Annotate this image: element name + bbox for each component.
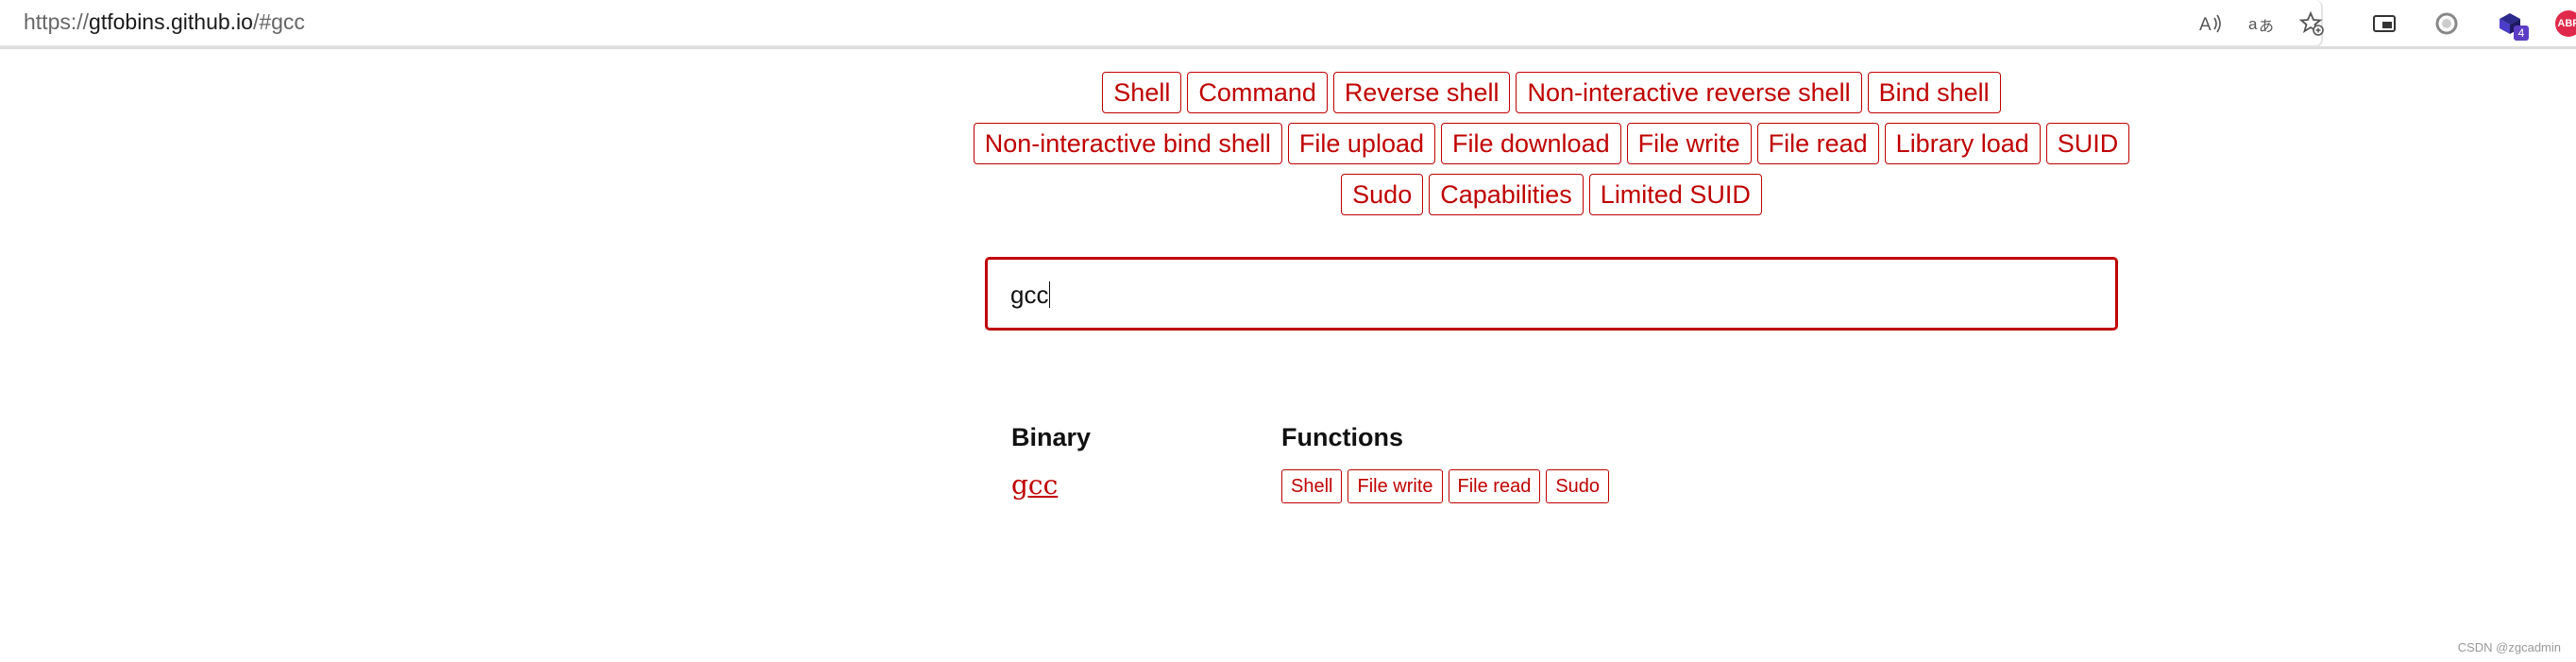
filter-tag-suid[interactable]: SUID: [2045, 123, 2130, 164]
filter-tag-command[interactable]: Command: [1187, 72, 1328, 113]
url-scheme: https://: [24, 9, 90, 34]
address-bar[interactable]: https://gtfobins.github.io/#gcc A aあ: [0, 0, 2324, 47]
filter-tag-capabilities[interactable]: Capabilities: [1429, 174, 1584, 215]
picture-in-picture-icon[interactable]: [2369, 8, 2399, 39]
function-tag-shell[interactable]: Shell: [1281, 469, 1343, 503]
filter-tag-shell[interactable]: Shell: [1102, 72, 1182, 113]
filter-tag-non-interactive-reverse-shell[interactable]: Non-interactive reverse shell: [1516, 72, 1862, 113]
function-tag-sudo[interactable]: Sudo: [1546, 469, 1610, 503]
watermark: CSDN @zgcadmin: [2457, 640, 2561, 654]
url-path: /#gcc: [252, 9, 305, 34]
filter-tag-file-upload[interactable]: File upload: [1287, 123, 1435, 164]
filter-tag-file-read[interactable]: File read: [1756, 123, 1879, 164]
translate-icon[interactable]: aあ: [2246, 8, 2277, 39]
filter-tag-bind-shell[interactable]: Bind shell: [1867, 72, 2001, 113]
url-text[interactable]: https://gtfobins.github.io/#gcc: [24, 9, 305, 35]
extension-cube-icon[interactable]: 4: [2495, 8, 2529, 41]
svg-text:あ: あ: [2259, 17, 2274, 35]
binary-functions: Shell File write File read Sudo: [1281, 469, 1610, 503]
read-aloud-icon[interactable]: A: [2195, 8, 2226, 39]
favorite-star-icon[interactable]: [2296, 8, 2327, 39]
binary-column-header: Binary: [1011, 423, 1092, 451]
filter-tag-file-write[interactable]: File write: [1626, 123, 1752, 164]
text-caret: [1049, 281, 1051, 308]
search-value-text: gcc: [1010, 280, 1049, 309]
function-filters: Shell Command Reverse shell Non-interactive…: [973, 72, 2130, 225]
extension-circle-icon[interactable]: [2432, 8, 2462, 39]
filter-tag-reverse-shell[interactable]: Reverse shell: [1332, 72, 1511, 113]
filter-tag-sudo[interactable]: Sudo: [1341, 174, 1424, 215]
functions-column-header: Functions: [1281, 423, 1403, 451]
extension-badge: 4: [2514, 25, 2529, 41]
filter-row-3: Sudo Capabilities Limited SUID: [985, 174, 2118, 215]
svg-text:a: a: [2248, 15, 2258, 33]
filter-tag-limited-suid[interactable]: Limited SUID: [1588, 174, 1762, 215]
filter-tag-file-download[interactable]: File download: [1441, 123, 1621, 164]
search-value: gcc: [1010, 280, 1051, 310]
search-input[interactable]: gcc: [985, 257, 2118, 331]
filter-tag-non-interactive-bind-shell[interactable]: Non-interactive bind shell: [973, 123, 1282, 164]
filter-row-2: Non-interactive bind shell File upload Fil…: [973, 123, 2130, 164]
browser-toolbar: https://gtfobins.github.io/#gcc A aあ 4 A…: [0, 0, 2576, 49]
filter-tag-library-load[interactable]: Library load: [1884, 123, 2041, 164]
filter-row-1: Shell Command Reverse shell Non-interactive…: [985, 72, 2118, 113]
function-tag-file-read[interactable]: File read: [1448, 469, 1541, 503]
adblock-icon[interactable]: ABP: [2555, 10, 2576, 37]
url-host: gtfobins.github.io: [89, 9, 253, 34]
function-tag-file-write[interactable]: File write: [1347, 469, 1443, 503]
svg-text:A: A: [2199, 15, 2212, 35]
binary-link-gcc[interactable]: gcc: [1011, 469, 1058, 501]
